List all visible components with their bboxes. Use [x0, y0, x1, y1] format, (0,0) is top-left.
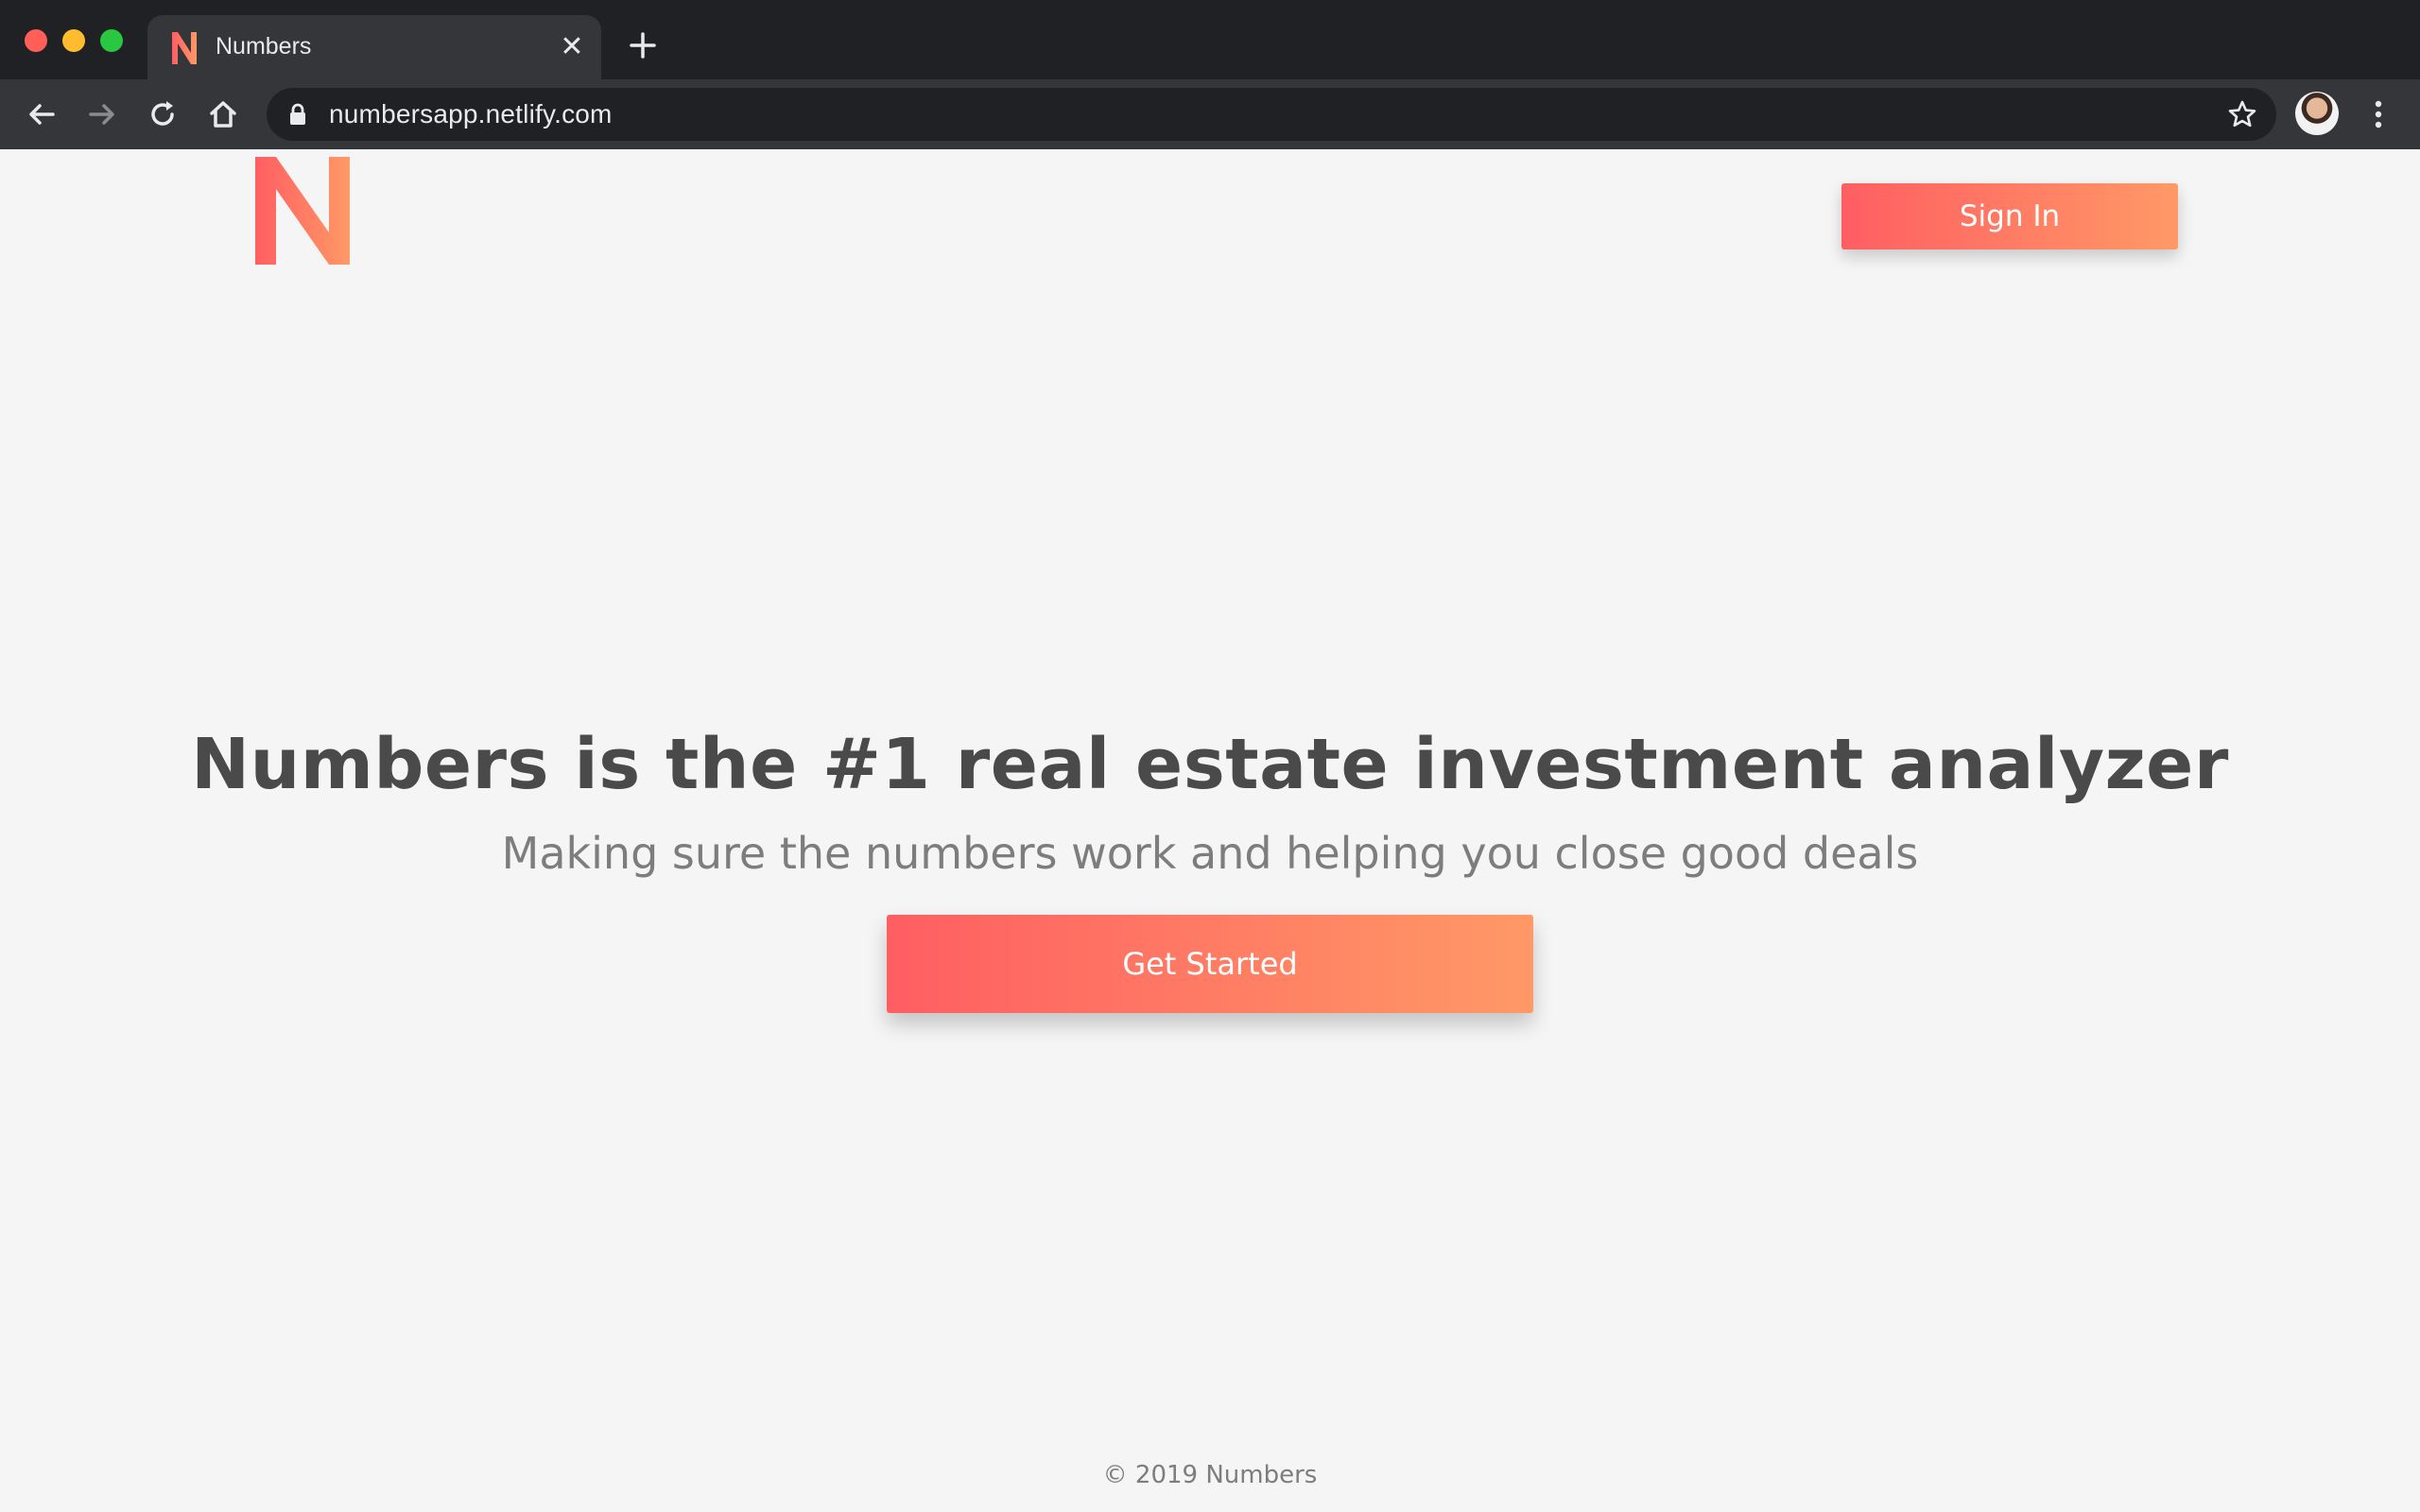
home-icon[interactable] — [204, 95, 242, 133]
sign-in-button[interactable]: Sign In — [1841, 183, 2178, 249]
back-arrow-icon[interactable] — [23, 95, 60, 133]
maximize-window-button[interactable] — [100, 29, 123, 52]
tab-title: Numbers — [216, 33, 312, 60]
tab-close-icon[interactable]: ✕ — [556, 31, 588, 63]
reload-icon[interactable] — [144, 95, 182, 133]
get-started-button[interactable]: Get Started — [887, 915, 1533, 1013]
url-text[interactable]: numbersapp.netlify.com — [329, 99, 613, 129]
lock-icon — [290, 103, 305, 125]
minimize-window-button[interactable] — [62, 29, 85, 52]
page-content: Sign In Numbers is the #1 real estate in… — [0, 149, 2420, 1512]
hero-subtitle: Making sure the numbers work and helping… — [501, 828, 1919, 879]
bookmark-star-icon[interactable] — [2227, 99, 2257, 129]
address-bar[interactable]: numbersapp.netlify.com — [267, 88, 2276, 141]
footer-copyright: © 2019 Numbers — [1102, 1461, 1318, 1489]
tab-strip: Numbers ✕ — [0, 0, 2420, 79]
browser-chrome: Numbers ✕ numbersapp.netlify.com — [0, 0, 2420, 149]
more-menu-icon[interactable] — [2365, 95, 2392, 133]
numbers-logo[interactable] — [253, 155, 352, 268]
browser-tab[interactable]: Numbers ✕ — [147, 15, 601, 79]
hero-title: Numbers is the #1 real estate investment… — [191, 724, 2229, 805]
profile-avatar[interactable] — [2295, 92, 2339, 135]
forward-arrow-icon[interactable] — [83, 95, 121, 133]
numbers-favicon-icon — [172, 32, 197, 64]
close-window-button[interactable] — [25, 29, 47, 52]
browser-toolbar: numbersapp.netlify.com — [0, 79, 2420, 149]
new-tab-icon[interactable] — [626, 28, 660, 62]
